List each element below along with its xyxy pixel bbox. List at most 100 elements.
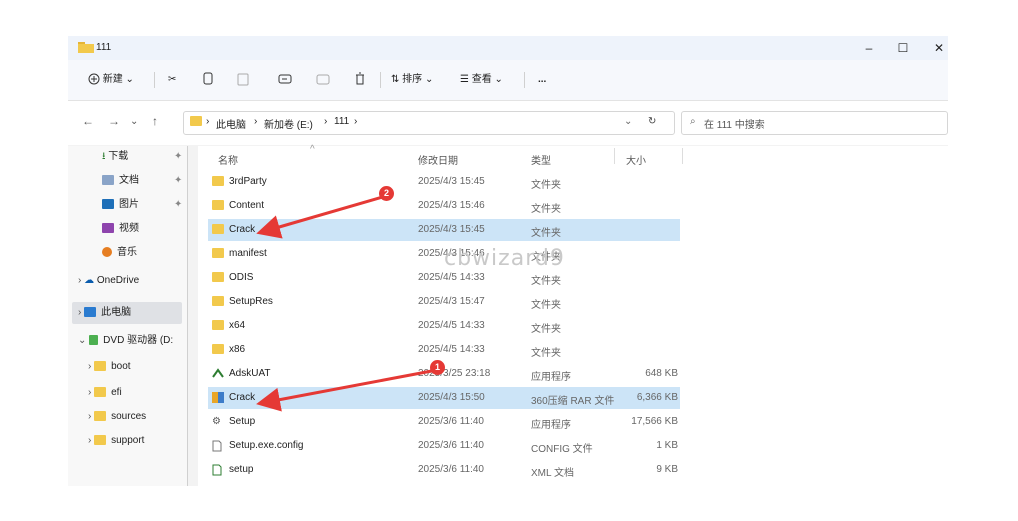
cloud-icon: ☁ bbox=[84, 275, 97, 286]
share-icon[interactable] bbox=[316, 70, 330, 90]
nav-item-efi[interactable]: › efi bbox=[88, 382, 206, 404]
new-label: 新建 bbox=[102, 74, 123, 85]
file-size: 648 KB bbox=[645, 368, 678, 379]
forward-arrow-icon[interactable]: → bbox=[108, 114, 120, 128]
file-name: Setup.exe.config bbox=[229, 440, 304, 451]
file-row[interactable]: Content 2025/4/3 15:46 文件夹 bbox=[208, 195, 680, 217]
file-row[interactable]: Setup.exe.config 2025/3/6 11:40 CONFIG 文… bbox=[208, 435, 680, 457]
file-row-selected[interactable]: Crack 2025/4/3 15:50 360压缩 RAR 文件 6,366 … bbox=[208, 387, 680, 409]
delete-icon[interactable] bbox=[354, 70, 366, 90]
nav-item-dvd-drive[interactable]: ⌄ DVD 驱动器 (D: bbox=[78, 330, 196, 352]
breadcrumb-separator: › bbox=[254, 116, 258, 127]
pin-icon: ✦ bbox=[174, 199, 183, 210]
file-size: 17,566 KB bbox=[631, 416, 678, 427]
maximize-button[interactable]: ☐ bbox=[888, 39, 918, 57]
nav-item-boot[interactable]: › boot bbox=[88, 356, 206, 378]
copy-icon[interactable] bbox=[202, 70, 214, 90]
file-name: Crack bbox=[229, 392, 256, 403]
file-name: setup bbox=[229, 464, 254, 475]
rename-icon[interactable] bbox=[278, 70, 292, 90]
view-button[interactable]: ☰ 查看 ⌄ bbox=[460, 70, 503, 90]
column-header-date[interactable]: 修改日期 bbox=[418, 152, 458, 167]
window-title: 111 bbox=[96, 42, 112, 53]
nav-item-sources[interactable]: › sources bbox=[88, 406, 206, 428]
file-row[interactable]: x86 2025/4/5 14:33 文件夹 bbox=[208, 339, 680, 361]
history-chevron-icon[interactable]: ⌄ bbox=[624, 116, 632, 127]
file-size: 6,366 KB bbox=[636, 392, 678, 403]
nav-item-label: 下载 bbox=[108, 151, 129, 162]
file-size: 1 KB bbox=[656, 440, 678, 451]
nav-item-label: boot bbox=[111, 361, 131, 372]
file-type: 应用程序 bbox=[531, 372, 571, 383]
command-bar: 新建 ⌄ ✂ ⇅ 排序 ⌄ ☰ 查看 ⌄ ... bbox=[68, 60, 948, 101]
view-label: 查看 bbox=[471, 74, 492, 85]
file-name: manifest bbox=[229, 248, 267, 259]
column-divider[interactable] bbox=[682, 148, 683, 164]
file-type: 文件夹 bbox=[531, 300, 561, 311]
pane-divider[interactable] bbox=[187, 146, 188, 486]
sort-button[interactable]: ⇅ 排序 ⌄ bbox=[391, 70, 433, 90]
file-date: 2025/4/3 15:47 bbox=[418, 296, 485, 307]
nav-item-label: 音乐 bbox=[117, 247, 137, 258]
pin-icon: ✦ bbox=[174, 151, 183, 162]
refresh-icon[interactable]: ↻ bbox=[648, 116, 656, 127]
breadcrumb-111[interactable]: 111 bbox=[334, 116, 349, 127]
file-type: 文件夹 bbox=[531, 324, 561, 335]
file-date: 2025/4/3 15:46 bbox=[418, 200, 485, 211]
file-date: 2025/4/3 15:45 bbox=[418, 176, 485, 187]
separator bbox=[524, 72, 525, 88]
file-row[interactable]: x64 2025/4/5 14:33 文件夹 bbox=[208, 315, 680, 337]
navigation-pane: ⭳ 下载 ✦ 文档 ✦ 图片 ✦ 视频 音乐 › ☁ OneDrive › 此电… bbox=[68, 146, 188, 486]
column-divider[interactable] bbox=[614, 148, 615, 164]
folder-icon bbox=[94, 435, 107, 446]
file-row-selected[interactable]: Crack 2025/4/3 15:45 文件夹 bbox=[208, 219, 680, 241]
breadcrumb-this-pc[interactable]: 此电脑 bbox=[216, 116, 246, 131]
folder-icon bbox=[94, 411, 107, 422]
separator bbox=[154, 72, 155, 88]
up-arrow-icon[interactable]: ↑ bbox=[152, 114, 158, 128]
file-type: CONFIG 文件 bbox=[531, 444, 593, 455]
file-row[interactable]: setup 2025/3/6 11:40 XML 文档 9 KB bbox=[208, 459, 680, 481]
file-name: x86 bbox=[229, 344, 246, 355]
nav-item-label: 文档 bbox=[119, 175, 139, 186]
file-row[interactable]: ⚙ Setup 2025/3/6 11:40 应用程序 17,566 KB bbox=[208, 411, 680, 433]
file-type: XML 文档 bbox=[531, 468, 574, 479]
column-header-name[interactable]: 名称 bbox=[218, 152, 238, 167]
paste-icon[interactable] bbox=[236, 70, 250, 90]
breadcrumb-separator: › bbox=[324, 116, 328, 127]
search-box[interactable]: ⌕ 在 111 中搜索 bbox=[681, 111, 948, 135]
new-button[interactable]: 新建 ⌄ bbox=[88, 70, 134, 90]
back-arrow-icon[interactable]: ← bbox=[82, 114, 94, 128]
file-date: 2025/3/6 11:40 bbox=[418, 416, 484, 427]
cut-icon[interactable]: ✂ bbox=[168, 70, 176, 90]
file-name: 3rdParty bbox=[229, 176, 267, 187]
nav-item-support[interactable]: › support bbox=[88, 430, 206, 452]
column-header-type[interactable]: 类型 bbox=[531, 152, 551, 167]
file-name: Setup bbox=[229, 416, 256, 427]
annotation-badge-2: 2 bbox=[379, 186, 394, 201]
plus-circle-icon bbox=[88, 73, 100, 85]
close-button[interactable]: ✕ bbox=[924, 39, 948, 57]
search-placeholder: 在 111 中搜索 bbox=[704, 120, 765, 131]
folder-icon bbox=[94, 387, 107, 398]
minimize-button[interactable]: – bbox=[854, 39, 884, 57]
column-header-size[interactable]: 大小 bbox=[626, 152, 646, 167]
chevron-down-icon[interactable]: ⌄ bbox=[130, 116, 138, 127]
nav-item-this-pc[interactable]: › 此电脑 bbox=[72, 302, 182, 324]
file-row[interactable]: SetupRes 2025/4/3 15:47 文件夹 bbox=[208, 291, 680, 313]
nav-item-onedrive[interactable]: › ☁ OneDrive bbox=[78, 270, 196, 292]
address-bar[interactable]: › 此电脑 › 新加卷 (E:) › 111 › ⌄ ↻ bbox=[183, 111, 675, 135]
more-button[interactable]: ... bbox=[538, 70, 546, 90]
folder-icon bbox=[212, 320, 229, 331]
file-name: x64 bbox=[229, 320, 246, 331]
file-row[interactable]: 3rdParty 2025/4/3 15:45 文件夹 bbox=[208, 171, 680, 193]
archive-icon bbox=[212, 392, 224, 406]
file-date: 2025/3/6 11:40 bbox=[418, 464, 484, 475]
chevron-down-icon: ⌄ bbox=[78, 335, 90, 346]
separator bbox=[380, 72, 381, 88]
nav-item-label: OneDrive bbox=[96, 275, 140, 286]
folder-icon bbox=[78, 42, 94, 53]
folder-icon bbox=[212, 296, 229, 307]
nav-item-label: sources bbox=[111, 411, 147, 422]
breadcrumb-drive-e[interactable]: 新加卷 (E:) bbox=[264, 116, 313, 131]
